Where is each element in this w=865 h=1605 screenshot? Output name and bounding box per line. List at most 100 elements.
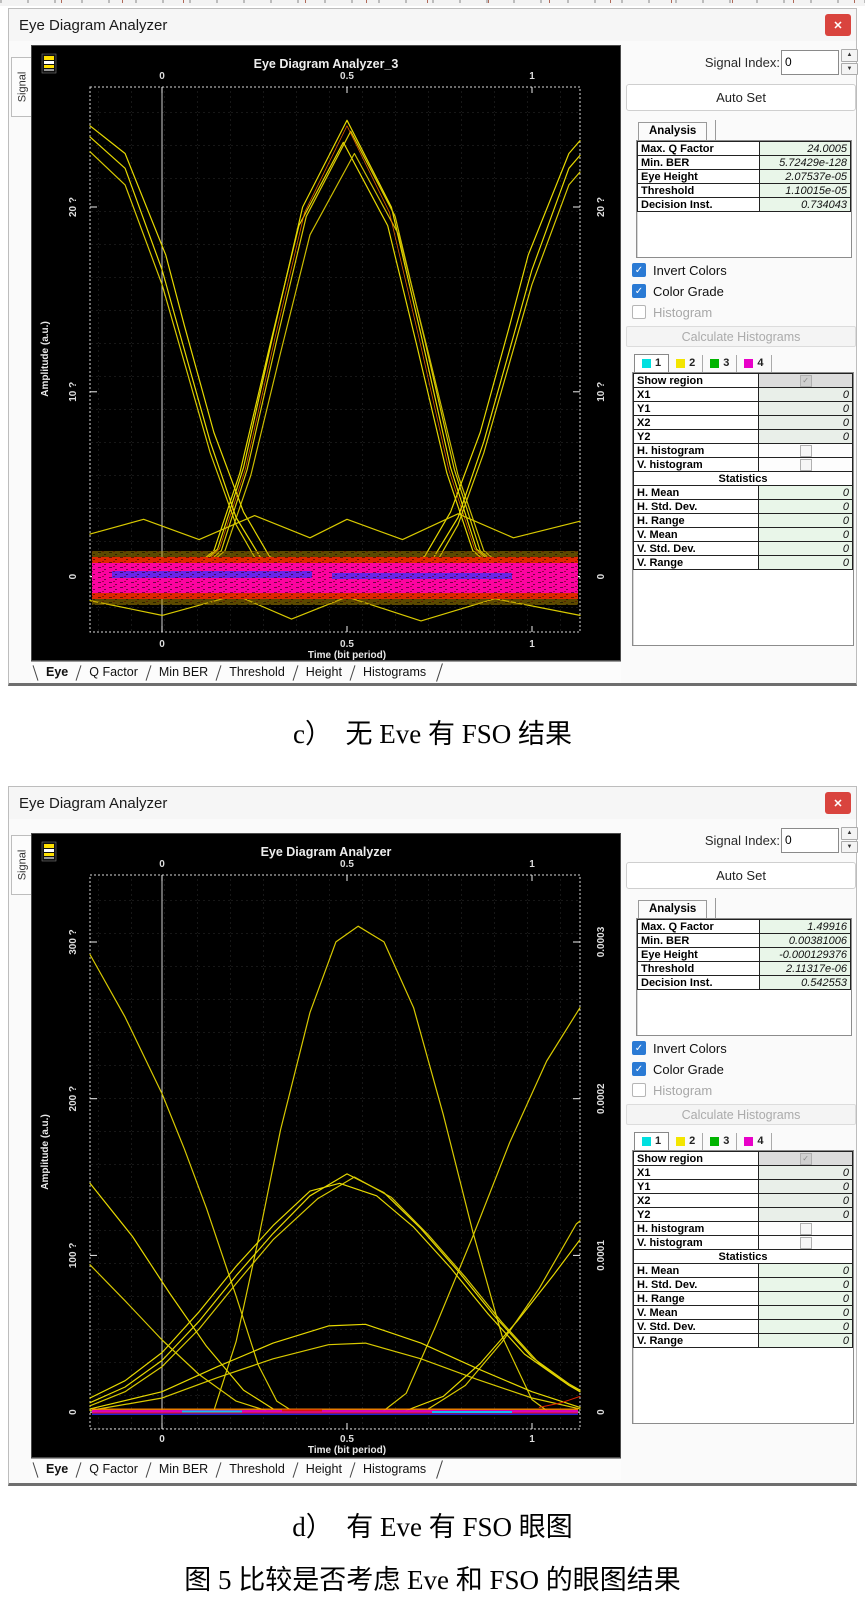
y-tick-left-300: 300 ? <box>68 929 79 955</box>
tab-q-factor[interactable]: Q Factor <box>79 1460 148 1479</box>
tab-analysis[interactable]: Analysis <box>638 900 707 918</box>
y2-field[interactable]: 0 <box>759 430 853 444</box>
tab-threshold[interactable]: Threshold <box>219 1460 295 1479</box>
noise-band <box>92 551 578 605</box>
tab-q-factor[interactable]: Q Factor <box>79 663 148 682</box>
tab-analysis[interactable]: Analysis <box>638 122 707 140</box>
x2-field[interactable]: 0 <box>759 1194 853 1208</box>
table-row: H. Range0 <box>634 1292 853 1306</box>
histogram-checkbox[interactable] <box>632 1083 646 1097</box>
close-icon: ✕ <box>833 19 842 32</box>
tab-min-ber[interactable]: Min BER <box>149 1460 218 1479</box>
table-row: Max. Q Factor24.0005 <box>638 142 851 156</box>
color-grade-checkbox[interactable]: ✓ <box>632 284 646 298</box>
region-tab-2[interactable]: 2 <box>669 355 703 372</box>
h-histogram-checkbox[interactable] <box>800 1223 812 1235</box>
toolbar-edge-strip <box>0 0 865 6</box>
max-q-factor-value: 24.0005 <box>760 142 851 156</box>
x-tick-top-1: 1 <box>529 859 535 870</box>
signal-index-down-button[interactable]: ▼ <box>841 63 858 76</box>
tab-height[interactable]: Height <box>296 663 352 682</box>
analysis-panel: Max. Q Factor1.49916 Min. BER0.00381006 … <box>636 918 852 1036</box>
signal-index-up-button[interactable]: ▲ <box>841 49 858 62</box>
region-tab-3[interactable]: 3 <box>703 355 737 372</box>
auto-set-button[interactable]: Auto Set <box>626 84 856 111</box>
statistics-header: Statistics <box>634 1250 853 1264</box>
invert-colors-row: ✓ Invert Colors <box>632 261 858 279</box>
table-row: Y20 <box>634 1208 853 1222</box>
yellow-swatch-icon <box>676 1137 685 1146</box>
show-region-checkbox[interactable]: ✓ <box>800 1153 812 1165</box>
caption-d: d） 有 Eve 有 FSO 眼图 <box>0 1505 865 1544</box>
signal-index-label: Signal Index: <box>705 833 780 848</box>
region-tab-4[interactable]: 4 <box>737 355 771 372</box>
tab-histograms[interactable]: Histograms <box>353 1460 436 1479</box>
y-tick-left-10: 10 ? <box>68 382 79 402</box>
table-row: Y10 <box>634 1180 853 1194</box>
check-icon: ✓ <box>635 1043 643 1054</box>
invert-colors-checkbox[interactable]: ✓ <box>632 1041 646 1055</box>
arrow-down-icon: ▼ <box>847 66 853 72</box>
tab-min-ber[interactable]: Min BER <box>149 663 218 682</box>
region-tab-1[interactable]: 1 <box>634 354 669 372</box>
v-std-dev-value: 0 <box>759 1320 853 1334</box>
y-tick-left-0: 0 <box>68 1409 79 1415</box>
region-tab-3[interactable]: 3 <box>703 1133 737 1150</box>
x2-field[interactable]: 0 <box>759 416 853 430</box>
v-mean-value: 0 <box>759 528 853 542</box>
plot-title: Eye Diagram Analyzer <box>261 845 392 859</box>
invert-colors-checkbox[interactable]: ✓ <box>632 263 646 277</box>
v-histogram-checkbox[interactable] <box>800 1237 812 1249</box>
tab-eye[interactable]: Eye <box>36 1460 78 1479</box>
x1-field[interactable]: 0 <box>759 388 853 402</box>
table-row: Eye Height-0.000129376 <box>638 948 851 962</box>
color-grade-checkbox[interactable]: ✓ <box>632 1062 646 1076</box>
green-swatch-icon <box>710 1137 719 1146</box>
invert-colors-row: ✓ Invert Colors <box>632 1039 858 1057</box>
auto-set-button[interactable]: Auto Set <box>626 862 856 889</box>
h-histogram-checkbox[interactable] <box>800 445 812 457</box>
region-tab-1[interactable]: 1 <box>634 1132 669 1150</box>
calculate-histograms-button[interactable]: Calculate Histograms <box>626 1104 856 1125</box>
signal-index-input[interactable] <box>781 828 839 853</box>
tab-histograms[interactable]: Histograms <box>353 663 436 682</box>
table-row: V. Range0 <box>634 1334 853 1348</box>
region-panel: Show region✓ X10 Y10 X20 Y20 H. histogra… <box>632 372 854 646</box>
x-tick-bottom-05: 0.5 <box>340 1434 354 1445</box>
close-button[interactable]: ✕ <box>825 792 851 814</box>
tab-threshold[interactable]: Threshold <box>219 663 295 682</box>
table-row: Threshold2.11317e-06 <box>638 962 851 976</box>
v-histogram-checkbox[interactable] <box>800 459 812 471</box>
region-tab-2[interactable]: 2 <box>669 1133 703 1150</box>
histogram-checkbox[interactable] <box>632 305 646 319</box>
right-panel: Signal Index: ▲ ▼ Auto Set Analysis Max.… <box>626 819 858 1424</box>
decision-inst-value: 0.542553 <box>760 976 851 990</box>
table-row: H. Range0 <box>634 514 853 528</box>
signal-index-up-button[interactable]: ▲ <box>841 827 858 840</box>
y1-field[interactable]: 0 <box>759 1180 853 1194</box>
tab-eye[interactable]: Eye <box>36 663 78 682</box>
calculate-histograms-button[interactable]: Calculate Histograms <box>626 326 856 347</box>
region-tab-4[interactable]: 4 <box>737 1133 771 1150</box>
y-tick-right-20: 20 ? <box>596 197 607 217</box>
y2-field[interactable]: 0 <box>759 1208 853 1222</box>
table-row: V. histogram <box>634 1236 853 1250</box>
h-std-dev-value: 0 <box>759 500 853 514</box>
y-tick-left-100: 100 ? <box>68 1243 79 1269</box>
table-row: H. Std. Dev.0 <box>634 1278 853 1292</box>
table-row: Eye Height2.07537e-05 <box>638 170 851 184</box>
signal-index-input[interactable] <box>781 50 839 75</box>
table-row: Statistics <box>634 1250 853 1264</box>
x1-field[interactable]: 0 <box>759 1166 853 1180</box>
signal-index-down-button[interactable]: ▼ <box>841 841 858 854</box>
x-tick-top-0: 0 <box>159 859 165 870</box>
show-region-checkbox[interactable]: ✓ <box>800 375 812 387</box>
tab-height[interactable]: Height <box>296 1460 352 1479</box>
eye-diagram-analyzer-window-1: Eye Diagram Analyzer ✕ Signal <box>8 8 857 686</box>
table-row: V. Mean0 <box>634 1306 853 1320</box>
y1-field[interactable]: 0 <box>759 402 853 416</box>
region-tabs: 1 2 3 4 <box>634 1132 858 1150</box>
noise-line <box>92 1409 578 1416</box>
close-button[interactable]: ✕ <box>825 14 851 36</box>
table-row: X10 <box>634 388 853 402</box>
